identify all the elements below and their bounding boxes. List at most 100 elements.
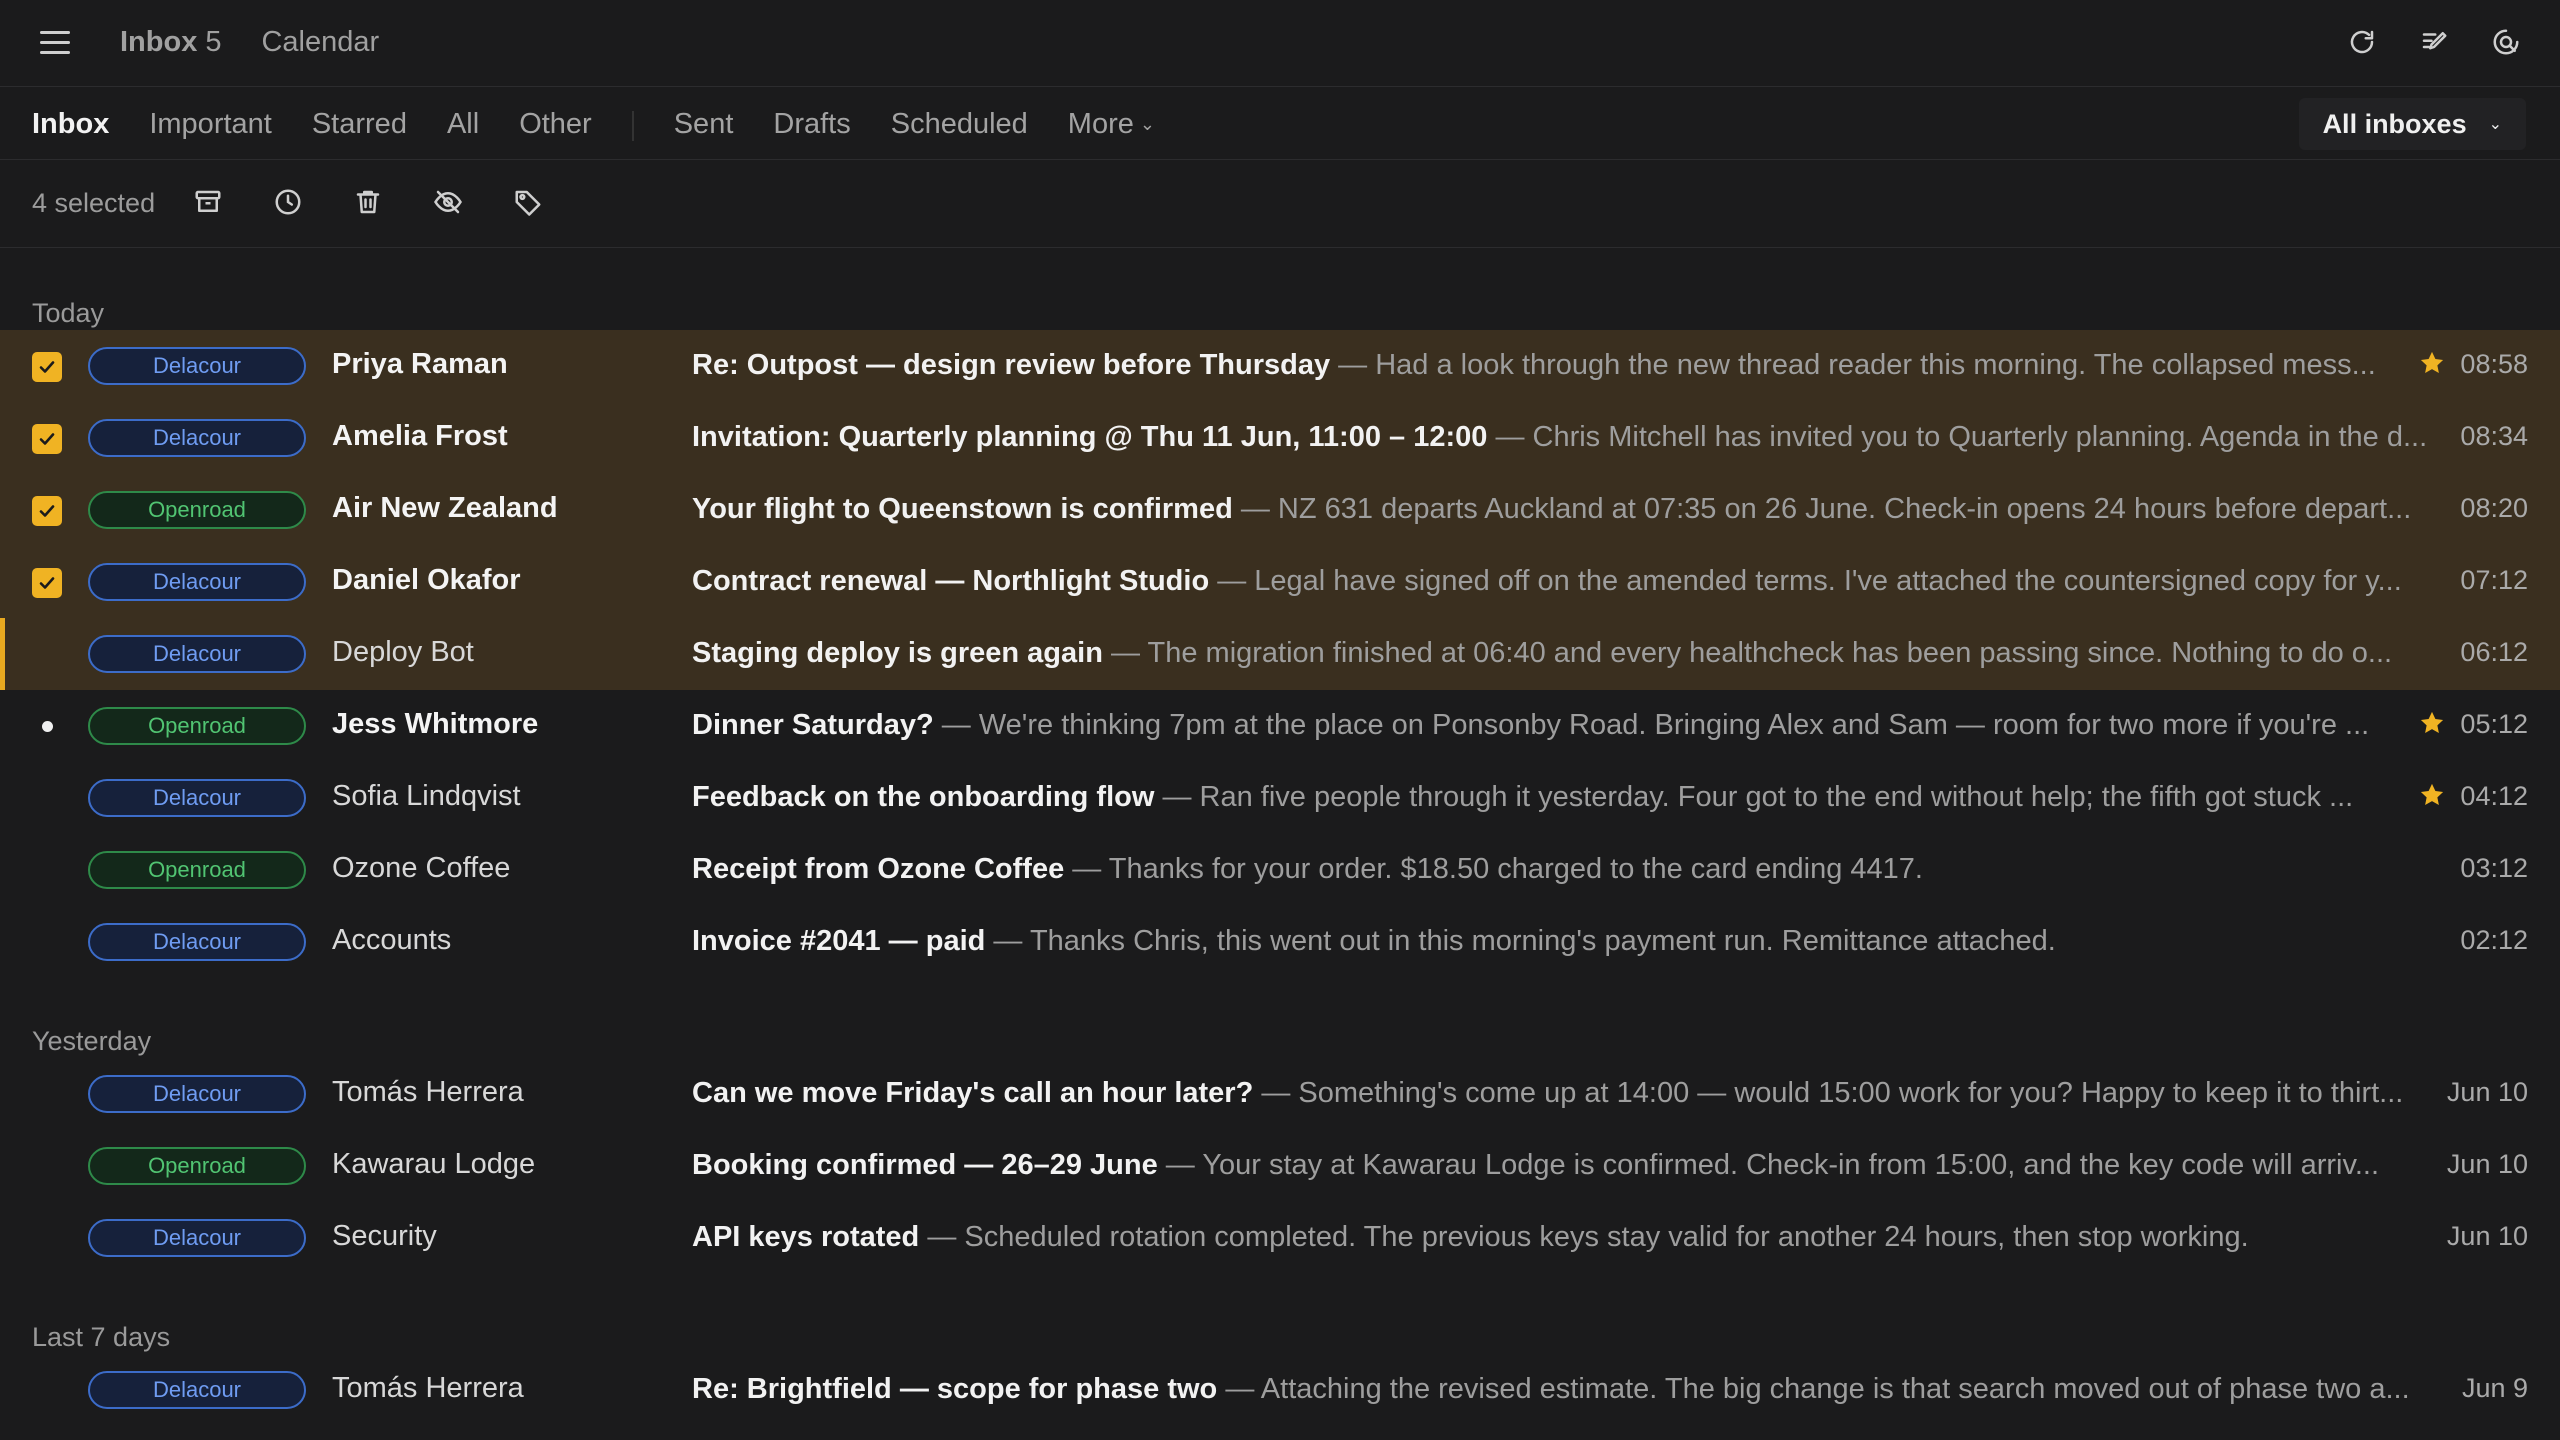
group-label: Today [32, 298, 105, 328]
star-icon[interactable] [2418, 349, 2446, 377]
email-subject: Re: Outpost — design review before Thurs… [692, 349, 1331, 381]
email-preview: — Ran five people through it yesterday. … [1154, 781, 2354, 813]
email-content: Booking confirmed — 26–29 June — Your st… [692, 1149, 2452, 1182]
chevron-down-icon: ⌄ [1139, 114, 1155, 134]
email-preview: — Thanks Chris, this went out in this mo… [985, 925, 2056, 957]
email-row[interactable]: Delacour Priya Raman Re: Outpost — design … [0, 330, 2560, 402]
email-preview: — NZ 631 departs Auckland at 07:35 on 26… [1232, 493, 2412, 525]
more-menu[interactable]: More ⌄ [1068, 108, 1155, 141]
folder-sent[interactable]: Sent [674, 108, 734, 141]
email-row[interactable]: Delacour Tomás Herrera Re: Brightfield — s… [0, 1354, 2560, 1426]
tab-important[interactable]: Important [149, 108, 272, 141]
top-nav: Inbox 5 Calendar [120, 26, 379, 59]
unread-dot [42, 721, 53, 732]
trash-icon[interactable] [350, 184, 386, 220]
email-row[interactable]: Delacour Sofia Lindqvist Feedback on the o… [0, 762, 2560, 834]
inbox-tag: Openroad [88, 1147, 306, 1185]
menu-icon[interactable] [40, 30, 70, 56]
row-checkbox[interactable] [32, 496, 62, 526]
email-content: Staging deploy is green again — The migr… [692, 637, 2452, 670]
email-subject: Dinner Saturday? [692, 709, 934, 741]
email-row[interactable]: Delacour Daniel Okafor Contract renewal — … [0, 546, 2560, 618]
sender-name: Security [332, 1220, 437, 1252]
email-row[interactable]: Openroad Air New Zealand Your flight to Qu… [0, 474, 2560, 546]
tab-divider [631, 111, 634, 141]
star-icon[interactable] [2418, 781, 2446, 809]
email-row[interactable]: Delacour Accounts Invoice #2041 — paid — T… [0, 906, 2560, 978]
email-row[interactable]: Delacour Tomás Herrera Can we move Friday'… [0, 1058, 2560, 1130]
chevron-down-icon: ⌄ [2488, 116, 2502, 133]
row-checkbox[interactable] [32, 424, 62, 454]
mark-unread-eye-off-icon[interactable] [430, 184, 466, 220]
inbox-tag: Delacour [88, 923, 306, 961]
email-content: Your flight to Queenstown is confirmed —… [692, 493, 2452, 526]
inbox-tag: Delacour [88, 347, 306, 385]
email-time: 08:34 [2460, 421, 2528, 451]
inbox-tag: Openroad [88, 707, 306, 745]
sender-name: Air New Zealand [332, 492, 558, 524]
sender-name: Tomás Herrera [332, 1372, 524, 1404]
email-content: Re: Brightfield — scope for phase two — … [692, 1373, 2452, 1406]
archive-icon[interactable] [190, 184, 226, 220]
row-checkbox[interactable] [32, 568, 62, 598]
email-subject: Feedback on the onboarding flow [692, 781, 1155, 813]
email-row[interactable]: Delacour Amelia Frost Invitation: Quarterl… [0, 402, 2560, 474]
calendar-link[interactable]: Calendar [261, 26, 379, 59]
sender-name: Tomás Herrera [332, 1076, 524, 1108]
inbox-tag: Delacour [88, 419, 306, 457]
sender-name: Jess Whitmore [332, 708, 539, 740]
email-time: 04:12 [2460, 781, 2528, 811]
email-time: Jun 10 [2446, 1077, 2528, 1107]
sender-name: Amelia Frost [332, 420, 508, 452]
row-checkbox[interactable] [32, 352, 62, 382]
star-icon[interactable] [2418, 709, 2446, 737]
inbox-selector[interactable]: All inboxes ⌄ [2298, 98, 2526, 150]
compose-icon[interactable] [2416, 24, 2452, 60]
inbox-tag: Delacour [88, 1075, 306, 1113]
email-preview: — Legal have signed off on the amended t… [1209, 565, 2402, 597]
checkmark-icon [39, 505, 55, 517]
email-row[interactable]: Delacour Security API keys rotated — Sched… [0, 1202, 2560, 1274]
email-time: 02:12 [2460, 925, 2528, 955]
tab-inbox[interactable]: Inbox [32, 108, 109, 141]
email-time: 06:12 [2460, 637, 2528, 667]
email-subject: Receipt from Ozone Coffee [692, 853, 1065, 885]
email-subject: Invoice #2041 — paid [692, 925, 986, 957]
email-row[interactable]: Delacour Deploy Bot Staging deploy is gree… [0, 618, 2560, 690]
email-preview: — Thanks for your order. $18.50 charged … [1064, 853, 1923, 885]
email-content: Feedback on the onboarding flow — Ran fi… [692, 781, 2418, 814]
email-time: 07:12 [2460, 565, 2528, 595]
email-preview: — Scheduled rotation completed. The prev… [919, 1221, 2249, 1253]
sender-name: Ozone Coffee [332, 852, 511, 884]
email-preview: — Had a look through the new thread read… [1330, 349, 2376, 381]
account-search-icon[interactable] [2488, 24, 2524, 60]
label-tag-icon[interactable] [510, 184, 546, 220]
tab-other[interactable]: Other [519, 108, 592, 141]
email-row[interactable]: Openroad Ozone Coffee Receipt from Ozone C… [0, 834, 2560, 906]
inbox-tag: Delacour [88, 1371, 306, 1409]
sender-name: Priya Raman [332, 348, 508, 380]
sender-name: Sofia Lindqvist [332, 780, 521, 812]
tab-all[interactable]: All [447, 108, 479, 141]
folder-scheduled[interactable]: Scheduled [891, 108, 1028, 141]
snooze-clock-icon[interactable] [270, 184, 306, 220]
group-label: Yesterday [32, 1026, 152, 1056]
checkmark-icon [39, 577, 55, 589]
email-subject: API keys rotated [692, 1221, 920, 1253]
refresh-icon[interactable] [2344, 24, 2380, 60]
inbox-tag: Openroad [88, 491, 306, 529]
email-content: Receipt from Ozone Coffee — Thanks for y… [692, 853, 2452, 886]
email-preview: — The migration finished at 06:40 and ev… [1102, 637, 2393, 669]
email-subject: Re: Brightfield — scope for phase two [692, 1373, 1218, 1405]
tab-bar: Inbox Important Starred All Other Sent D… [0, 88, 2560, 160]
checkmark-icon [39, 361, 55, 373]
email-preview: — Something's come up at 14:00 — would 1… [1253, 1077, 2404, 1109]
inbox-link[interactable]: Inbox [120, 26, 197, 59]
email-row[interactable]: Openroad Kawarau Lodge Booking confirmed —… [0, 1130, 2560, 1202]
inbox-tag: Delacour [88, 563, 306, 601]
email-time: Jun 9 [2461, 1373, 2528, 1403]
tab-starred[interactable]: Starred [312, 108, 407, 141]
email-preview: — We're thinking 7pm at the place on Pon… [933, 709, 2370, 741]
folder-drafts[interactable]: Drafts [773, 108, 850, 141]
email-row[interactable]: Openroad Jess Whitmore Dinner Saturday? — … [0, 690, 2560, 762]
